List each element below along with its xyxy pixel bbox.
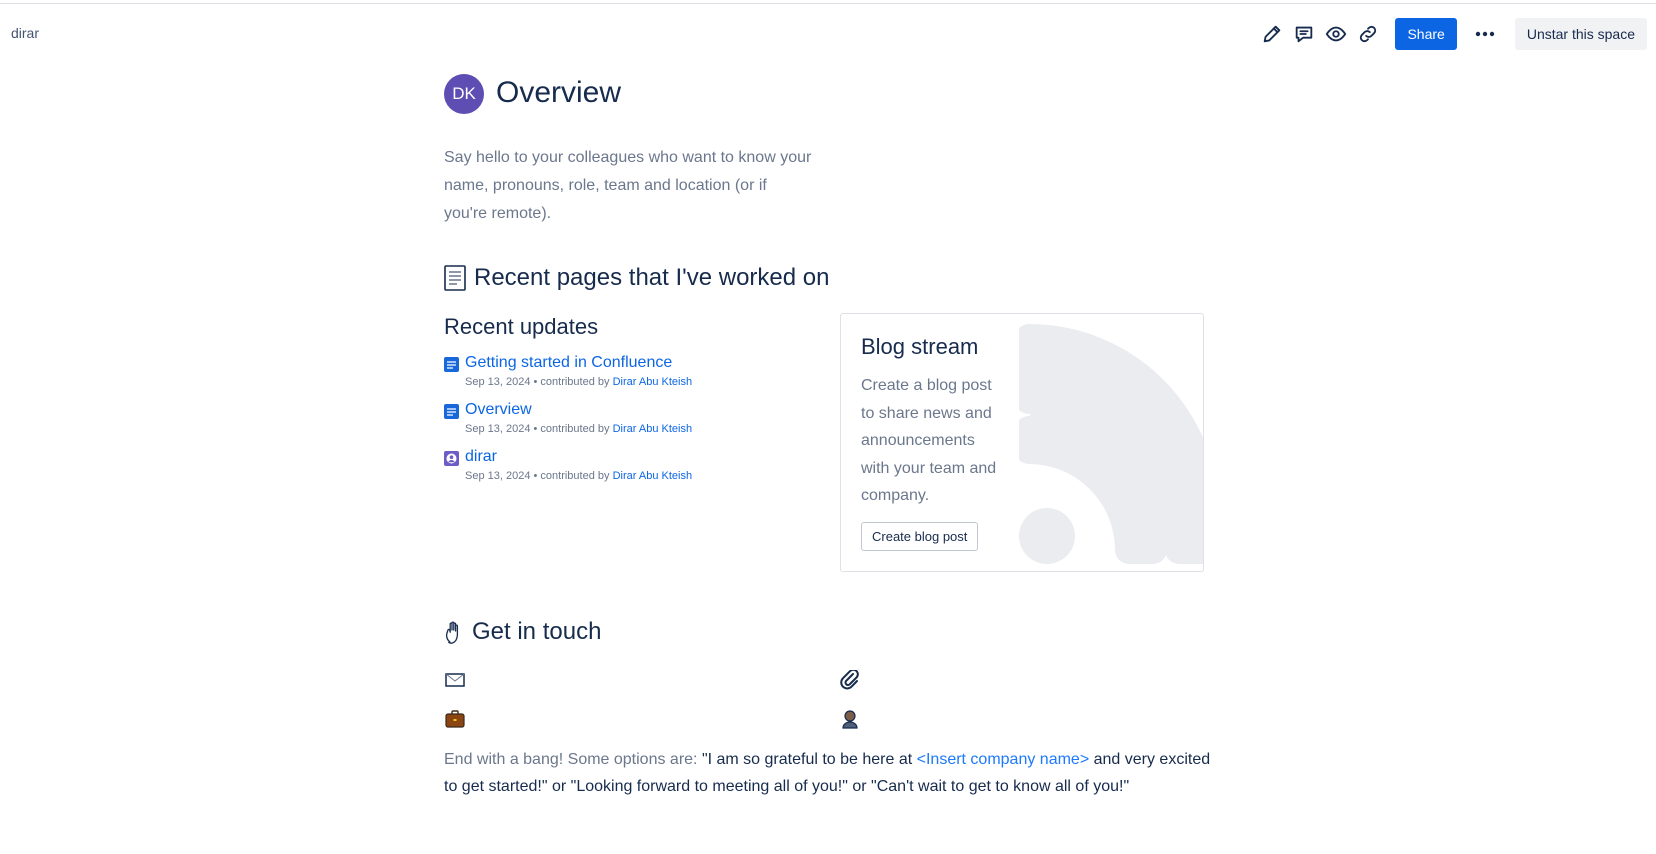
author-link[interactable]: Dirar Abu Kteish: [613, 423, 692, 435]
author-link[interactable]: Dirar Abu Kteish: [613, 470, 692, 482]
blog-stream-description: Create a blog post to share news and ann…: [861, 377, 997, 504]
closing-text: End with a bang! Some options are: "I am…: [444, 751, 1211, 795]
comment-icon[interactable]: [1291, 21, 1317, 47]
space-icon: [444, 451, 459, 466]
blog-stream-card: Blog stream Create a blog post to share …: [840, 313, 1204, 572]
briefcase-icon: [445, 710, 465, 728]
recent-update-link[interactable]: Getting started in Confluence: [465, 352, 692, 374]
list-item: dirar Sep 13, 2024 • contributed by Dira…: [444, 446, 804, 493]
blog-stream-title: Blog stream: [861, 334, 979, 359]
top-divider: [0, 3, 1656, 4]
link-icon[interactable]: [1355, 21, 1381, 47]
page-title: Overview: [496, 76, 622, 109]
author-link[interactable]: Dirar Abu Kteish: [613, 376, 692, 388]
page-emoji-icon: [444, 265, 466, 291]
person-icon: [842, 710, 858, 729]
company-placeholder: <Insert company name>: [916, 751, 1090, 768]
recent-updates-title: Recent updates: [444, 314, 599, 339]
paperclip-icon: [840, 670, 859, 690]
list-item: Overview Sep 13, 2024 • contributed by D…: [444, 399, 804, 446]
unstar-space-button[interactable]: Unstar this space: [1514, 18, 1647, 50]
edit-icon[interactable]: [1259, 21, 1285, 47]
avatar: DK: [444, 74, 484, 114]
email-icon: [445, 673, 465, 687]
list-item: Getting started in Confluence Sep 13, 20…: [444, 352, 804, 399]
page-icon: [444, 404, 459, 419]
waving-hand-icon: [445, 621, 459, 644]
recent-update-link[interactable]: dirar: [465, 446, 692, 468]
recent-update-link[interactable]: Overview: [465, 399, 692, 421]
page-toolbar: Share Unstar this space: [1253, 18, 1647, 50]
recent-updates-list: Getting started in Confluence Sep 13, 20…: [444, 352, 804, 493]
recent-update-meta: Sep 13, 2024 • contributed by Dirar Abu …: [465, 423, 693, 435]
get-in-touch-heading: Get in touch: [444, 618, 601, 646]
recent-pages-heading: Recent pages that I've worked on: [444, 264, 829, 292]
recent-update-meta: Sep 13, 2024 • contributed by Dirar Abu …: [465, 376, 693, 388]
more-icon[interactable]: [1469, 18, 1501, 50]
get-in-touch-heading-text: Get in touch: [472, 618, 602, 645]
recent-update-meta: Sep 13, 2024 • contributed by Dirar Abu …: [465, 470, 693, 482]
create-blog-post-button[interactable]: Create blog post: [861, 522, 979, 551]
intro-text: Say hello to your colleagues who want to…: [444, 149, 812, 222]
share-button[interactable]: Share: [1395, 18, 1457, 50]
rss-icon: [1019, 324, 1203, 564]
recent-pages-heading-text: Recent pages that I've worked on: [474, 264, 830, 291]
watch-icon[interactable]: [1323, 21, 1349, 47]
page-icon: [444, 357, 459, 372]
breadcrumb[interactable]: dirar: [11, 25, 39, 41]
